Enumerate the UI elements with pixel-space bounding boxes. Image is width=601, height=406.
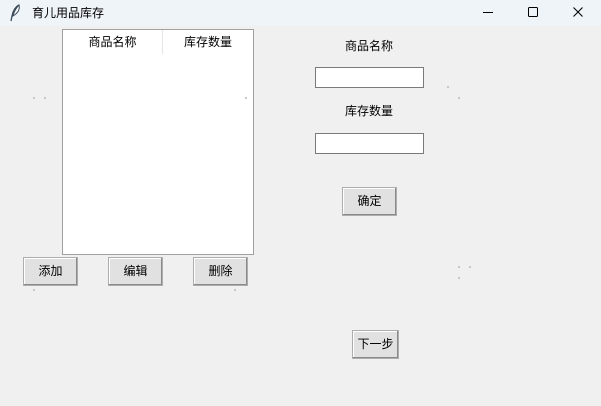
grid-dot — [469, 266, 471, 268]
title-bar[interactable]: 育儿用品库存 — [0, 0, 601, 26]
app-window: 育儿用品库存 商品名称 库存数量 商品名称 库存数量 确定 添加 编辑 删除 下… — [0, 0, 601, 406]
maximize-button[interactable] — [510, 0, 556, 26]
close-icon — [572, 6, 584, 21]
grid-dot — [245, 97, 247, 99]
grid-dot — [33, 97, 35, 99]
grid-dot — [33, 289, 35, 291]
product-name-input[interactable] — [315, 67, 424, 88]
inventory-table[interactable]: 商品名称 库存数量 — [62, 29, 254, 255]
grid-dot — [44, 97, 46, 99]
stock-quantity-input[interactable] — [315, 133, 424, 154]
stock-quantity-label: 库存数量 — [344, 104, 393, 118]
confirm-button[interactable]: 确定 — [342, 187, 397, 216]
delete-button[interactable]: 删除 — [193, 257, 248, 286]
grid-dot — [458, 277, 460, 279]
grid-dot — [458, 97, 460, 99]
table-header: 商品名称 库存数量 — [63, 30, 253, 54]
column-header-stock-quantity[interactable]: 库存数量 — [163, 30, 253, 54]
grid-dot — [447, 86, 449, 88]
next-step-button[interactable]: 下一步 — [352, 330, 399, 359]
grid-dot — [234, 289, 236, 291]
window-title: 育儿用品库存 — [32, 6, 105, 20]
add-button[interactable]: 添加 — [23, 257, 78, 286]
minimize-button[interactable] — [465, 0, 511, 26]
feather-icon — [8, 4, 24, 22]
minimize-icon — [482, 6, 494, 21]
edit-button[interactable]: 编辑 — [108, 257, 163, 286]
grid-dot — [458, 266, 460, 268]
maximize-icon — [527, 6, 539, 21]
column-header-product-name[interactable]: 商品名称 — [63, 30, 163, 54]
close-button[interactable] — [555, 0, 601, 26]
product-name-label: 商品名称 — [344, 39, 393, 53]
